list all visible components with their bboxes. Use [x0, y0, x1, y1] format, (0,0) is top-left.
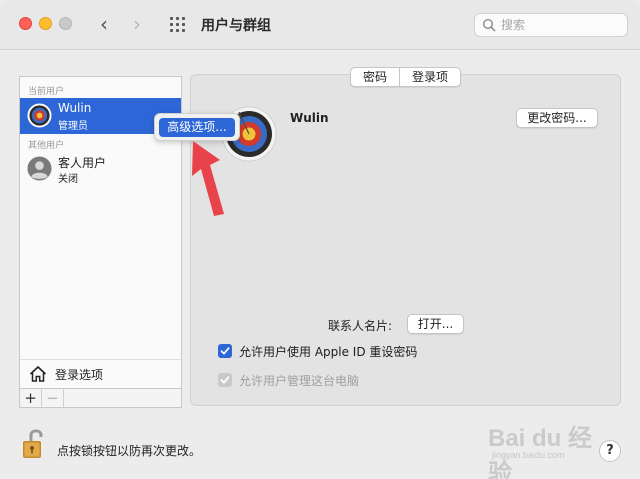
- search-icon: [482, 18, 496, 32]
- open-contact-button[interactable]: 打开...: [407, 314, 464, 334]
- apple-id-reset-label: 允许用户使用 Apple ID 重设密码: [239, 345, 418, 359]
- contact-card-label: 联系人名片:: [328, 319, 393, 333]
- user-name: Wulin: [58, 101, 92, 115]
- tab-bar: 密码 登录项: [350, 67, 462, 87]
- red-annotation-arrow-icon: [192, 141, 224, 216]
- user-name: 客人用户: [58, 156, 107, 170]
- user-role: 关闭: [58, 174, 78, 185]
- baidu-watermark-logo: Bai du 经验 jingyan.baidu.com: [488, 410, 598, 479]
- admin-checkbox: [218, 373, 232, 387]
- apple-id-reset-checkbox[interactable]: [218, 344, 232, 358]
- window-title: 用户与群组: [201, 18, 271, 34]
- users-groups-window: ‹ › 用户与群组 当前用户 Wulin: [0, 0, 640, 479]
- forward-arrow-icon[interactable]: ›: [128, 12, 146, 36]
- user-role: 管理员: [58, 121, 88, 132]
- unlocked-padlock-icon[interactable]: [19, 426, 51, 462]
- current-username: Wulin: [290, 111, 329, 125]
- admin-label: 允许用户管理这台电脑: [239, 374, 360, 388]
- house-icon: [29, 366, 47, 382]
- lock-instruction-text: 点按锁按钮以防再次更改。: [57, 444, 202, 458]
- watermark-brand: Bai du 经验: [488, 425, 593, 479]
- sidebar-toolbar: + −: [20, 388, 181, 407]
- other-users-header: 其他用户: [28, 141, 65, 151]
- current-users-header: 当前用户: [28, 87, 65, 97]
- title-bar: ‹ › 用户与群组: [0, 0, 640, 50]
- minimize-window-button[interactable]: [39, 17, 52, 30]
- guest-avatar-icon: [27, 156, 52, 181]
- help-button[interactable]: ?: [599, 440, 621, 462]
- advanced-options-menu-item[interactable]: 高级选项...: [159, 118, 235, 137]
- show-all-grid-icon[interactable]: [170, 17, 186, 33]
- watermark-url: jingyan.baidu.com: [492, 450, 565, 460]
- close-window-button[interactable]: [19, 17, 32, 30]
- tab-login-items[interactable]: 登录项: [400, 68, 460, 86]
- search-field[interactable]: [474, 13, 628, 37]
- user-row-guest[interactable]: 客人用户 关闭: [20, 151, 181, 187]
- add-user-button[interactable]: +: [20, 389, 42, 407]
- login-options-row[interactable]: 登录选项: [20, 359, 181, 387]
- remove-user-button[interactable]: −: [42, 389, 64, 407]
- search-input[interactable]: [501, 17, 621, 33]
- zoom-window-button[interactable]: [59, 17, 72, 30]
- change-password-button[interactable]: 更改密码...: [516, 108, 598, 128]
- tab-password[interactable]: 密码: [351, 68, 401, 86]
- back-arrow-icon[interactable]: ‹: [95, 12, 113, 36]
- login-options-label: 登录选项: [55, 368, 104, 382]
- archery-target-avatar-icon: [27, 103, 52, 128]
